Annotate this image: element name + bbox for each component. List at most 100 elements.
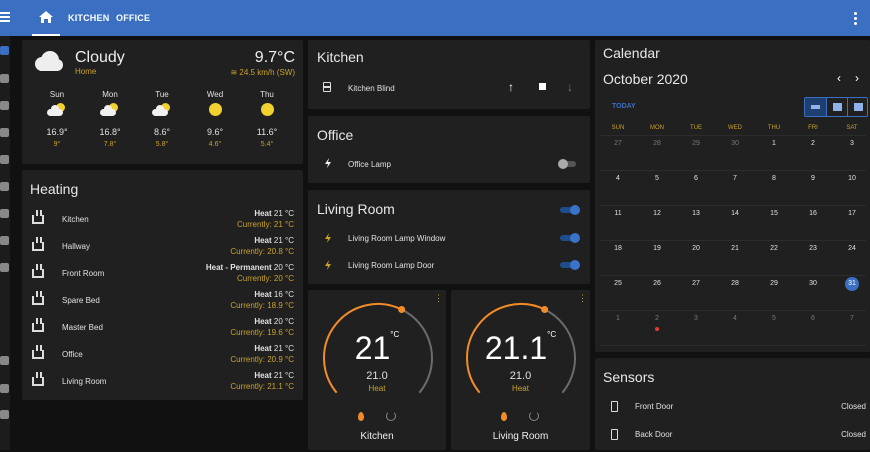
calendar-day[interactable]: 19	[639, 245, 675, 252]
terminal-icon[interactable]	[0, 182, 9, 191]
top-app-bar: KITCHEN OFFICE	[0, 0, 870, 36]
calendar-day[interactable]: 5	[639, 175, 675, 182]
calendar-day[interactable]: 3	[834, 140, 870, 147]
calendar-day[interactable]: 29	[756, 280, 792, 287]
calendar-day[interactable]: 27	[678, 280, 714, 287]
heating-row[interactable]: Living Room Heat 21 °C Currently: 21.1 °C	[32, 371, 298, 402]
calendar-day[interactable]: 6	[678, 175, 714, 182]
sensor-row[interactable]: Back Door Closed	[608, 428, 866, 452]
next-month-button[interactable]: ›	[855, 71, 859, 85]
calendar-day[interactable]: 12	[639, 210, 675, 217]
calendar-icon[interactable]	[0, 209, 9, 218]
weather-location: Home	[75, 67, 97, 76]
calendar-day[interactable]: 7	[834, 315, 870, 322]
calendar-today[interactable]: 31	[845, 277, 859, 291]
calendar-day[interactable]: 3	[678, 315, 714, 322]
hammer-icon[interactable]	[0, 356, 9, 365]
calendar-day[interactable]: 5	[756, 315, 792, 322]
list-icon[interactable]	[0, 101, 9, 110]
power-icon[interactable]	[386, 411, 396, 421]
lamp-window-toggle[interactable]	[560, 233, 580, 243]
office-lamp-toggle[interactable]	[558, 159, 578, 169]
kitchen-card: Kitchen Kitchen Blind ↑ ↓	[308, 40, 590, 109]
power-icon[interactable]	[529, 411, 539, 421]
calendar-day[interactable]: 1	[600, 315, 636, 322]
thermostat-handle[interactable]	[541, 305, 549, 313]
calendar-day[interactable]: 27	[600, 140, 636, 147]
living-room-title: Living Room	[317, 201, 395, 217]
calendar-day[interactable]: 2	[639, 315, 675, 331]
calendar-day[interactable]: 18	[600, 245, 636, 252]
compass-icon[interactable]	[0, 236, 9, 245]
more-options-icon[interactable]	[854, 12, 858, 27]
calendar-day[interactable]: 28	[639, 140, 675, 147]
thermostat-menu-icon[interactable]: ⋮	[578, 294, 587, 303]
sensor-row[interactable]: Front Door Closed	[608, 400, 866, 424]
list-view-button[interactable]	[847, 98, 868, 116]
calendar-day[interactable]: 15	[756, 210, 792, 217]
tab-kitchen[interactable]: KITCHEN	[68, 13, 109, 23]
calendar-day[interactable]: 20	[678, 245, 714, 252]
calendar-day[interactable]: 30	[795, 280, 831, 287]
calendar-day[interactable]: 28	[717, 280, 753, 287]
forecast-high: 16.8°	[99, 127, 121, 137]
blind-open-button[interactable]: ↑	[508, 80, 514, 94]
calendar-day[interactable]: 21	[717, 245, 753, 252]
week-view-button[interactable]	[826, 98, 847, 116]
calendar-day[interactable]: 30	[717, 140, 753, 147]
cog-badge-icon[interactable]	[0, 384, 9, 393]
calendar-day[interactable]: 22	[756, 245, 792, 252]
overview-icon[interactable]	[0, 46, 9, 55]
calendar-day[interactable]: 9	[795, 175, 831, 182]
event-dot[interactable]	[655, 327, 659, 331]
calendar-day[interactable]: 8	[756, 175, 792, 182]
forecast-day: Wed 9.6° 4.6°	[200, 90, 230, 148]
calendar-day[interactable]: 6	[795, 315, 831, 322]
flame-icon[interactable]	[358, 412, 364, 421]
forecast-day: Tue 8.6° 5.8°	[147, 90, 177, 148]
calendar-day-number: 4	[616, 175, 620, 182]
month-view-button[interactable]	[805, 98, 826, 116]
tab-office[interactable]: OFFICE	[116, 13, 150, 23]
thermostat-target: 21.0	[366, 370, 388, 382]
calendar-day[interactable]: 4	[717, 315, 753, 322]
calendar-day[interactable]: 2	[795, 140, 831, 147]
living-room-all-toggle[interactable]	[560, 205, 580, 215]
thermostat-handle[interactable]	[398, 305, 406, 313]
calendar-day[interactable]: 4	[600, 175, 636, 182]
weather-card[interactable]: Cloudy Home 9.7°C ≋ 24.5 km/h (SW) Sun 16…	[22, 40, 303, 164]
calendar-day[interactable]: 14	[717, 210, 753, 217]
calendar-day[interactable]: 7	[717, 175, 753, 182]
blind-stop-button[interactable]	[539, 83, 546, 90]
thermostat-name: Kitchen	[360, 431, 394, 442]
media-icon[interactable]	[0, 263, 9, 272]
lamp-door-toggle[interactable]	[560, 260, 580, 270]
blind-close-button[interactable]: ↓	[567, 80, 573, 94]
forecast-low: 7.8°	[103, 141, 117, 148]
inbox-icon[interactable]	[0, 155, 9, 164]
calendar-day[interactable]: 13	[678, 210, 714, 217]
tab-home[interactable]	[32, 0, 60, 36]
calendar-day[interactable]: 10	[834, 175, 870, 182]
calendar-day[interactable]: 11	[600, 210, 636, 217]
calendar-day[interactable]: 25	[600, 280, 636, 287]
calendar-day[interactable]: 23	[795, 245, 831, 252]
calendar-day[interactable]: 1	[756, 140, 792, 147]
thermostat-menu-icon[interactable]: ⋮	[434, 294, 443, 303]
heating-current: Currently: 19.6 °C	[230, 328, 294, 337]
calendar-day[interactable]: 24	[834, 245, 870, 252]
calendar-day[interactable]: 31	[834, 277, 870, 291]
calendar-day[interactable]: 29	[678, 140, 714, 147]
calendar-day-number: 16	[809, 210, 817, 217]
settings-icon[interactable]	[0, 410, 9, 419]
flame-icon[interactable]	[501, 412, 507, 421]
prev-month-button[interactable]: ‹	[837, 71, 841, 85]
calendar-day[interactable]: 26	[639, 280, 675, 287]
account-box-icon[interactable]	[0, 74, 9, 83]
calendar-day[interactable]: 16	[795, 210, 831, 217]
calendar-day[interactable]: 17	[834, 210, 870, 217]
today-button[interactable]: TODAY	[612, 103, 636, 110]
chart-icon[interactable]	[0, 128, 9, 137]
menu-icon[interactable]	[0, 10, 14, 26]
calendar-month: October 2020	[603, 71, 688, 87]
